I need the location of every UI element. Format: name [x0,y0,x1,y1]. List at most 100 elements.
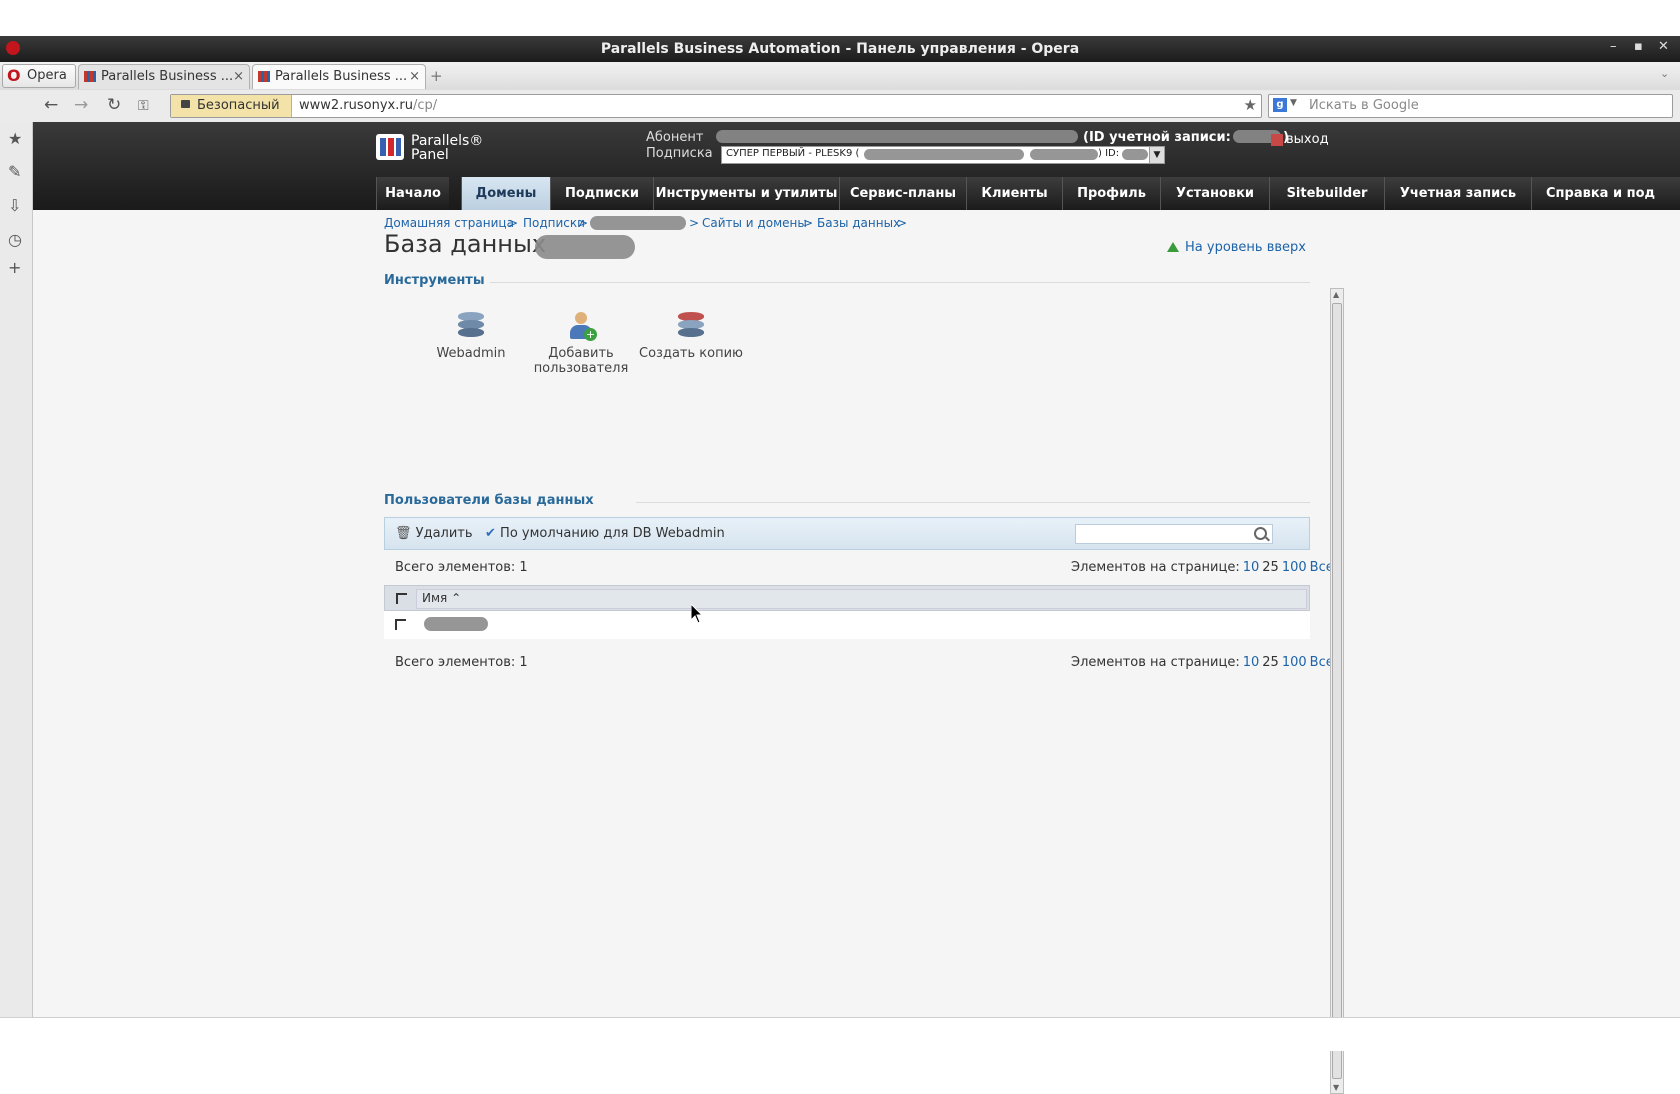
per-page-selector-bottom: Элементов на странице: 10 25 100 Все [1071,655,1334,670]
nav-tab-clients[interactable]: Клиенты [966,177,1062,210]
search-field[interactable]: g ▼ Искать в Google [1268,94,1673,118]
nav-tab-subscriptions[interactable]: Подписки [550,177,653,210]
tool-add-user[interactable]: + Добавить пользователя [526,310,636,376]
search-engine-dropdown-icon[interactable]: ▼ [1290,98,1297,108]
per-page-100[interactable]: 100 [1282,560,1307,575]
nav-tab-tools[interactable]: Инструменты и утилиты [653,177,839,210]
parallels-logo-text: Parallels® Panel [411,133,484,163]
redacted-subscriber [716,130,1078,143]
per-page-100[interactable]: 100 [1282,655,1307,670]
database-icon [454,310,488,342]
tool-webadmin[interactable]: Webadmin [416,310,526,361]
db-users-heading: Пользователи базы данных [384,493,594,508]
downloads-icon[interactable]: ⇩ [8,196,21,215]
redacted-db-name [535,235,635,259]
web-page: Parallels® Panel Абонент (ID учетной запи… [33,122,1680,1094]
up-level-link[interactable]: На уровень вверх [1167,240,1306,255]
tab-list-icon[interactable]: ⌄ [1660,67,1669,80]
add-panel-icon[interactable]: + [8,258,21,277]
tab-close-icon[interactable]: × [409,69,420,84]
tool-create-copy[interactable]: Создать копию [636,310,746,361]
chevron-down-icon[interactable]: ▼ [1149,147,1164,163]
back-icon[interactable]: ← [44,95,58,115]
url-text: www2.rusonyx.ru/cp/ [299,98,438,113]
subscription-label: Подписка [646,146,713,161]
redacted-user-name[interactable] [424,617,488,631]
per-page-25[interactable]: 25 [1262,655,1279,670]
opera-icon: O [7,66,21,85]
address-bar: ← → ↻ ⚿ Безопасный www2.rusonyx.ru/cp/ ★… [0,90,1680,123]
delete-button[interactable]: 🗑 Удалить [395,526,473,541]
maximize-button[interactable]: ▪ [1634,39,1643,54]
database-copy-icon [674,310,708,342]
search-icon[interactable] [1254,527,1267,540]
scroll-down-icon[interactable]: ▼ [1333,1083,1339,1092]
key-icon[interactable]: ⚿ [138,98,149,114]
breadcrumb-home[interactable]: Домашняя страница [384,216,514,230]
breadcrumb-sites[interactable]: Сайты и домены [702,216,807,230]
side-panel: ★ ✎ ⇩ ◷ + [0,122,33,1017]
per-page-10[interactable]: 10 [1243,655,1260,670]
new-tab-button[interactable]: + [430,67,443,85]
lock-icon [181,100,190,108]
nav-tab-domains[interactable]: Домены [461,177,550,210]
tab-close-icon[interactable]: × [233,69,244,84]
window-title: Parallels Business Automation - Панель у… [600,41,1080,57]
status-area [0,1017,1680,1051]
scroll-thumb[interactable] [1332,303,1342,1079]
per-page-10[interactable]: 10 [1243,560,1260,575]
table-header: Имя ⌃ [384,585,1310,611]
nav-tab-service-plans[interactable]: Сервис-планы [839,177,966,210]
users-search-input[interactable] [1075,524,1273,544]
history-icon[interactable]: ◷ [8,230,22,249]
favicon-icon [84,71,96,82]
logout-link[interactable]: выход [1271,132,1329,147]
nav-tab-settings[interactable]: Установки [1160,177,1269,210]
bookmark-star-icon[interactable]: ★ [1244,96,1257,114]
total-count: Всего элементов: 1 [395,560,528,575]
subscription-select[interactable]: СУПЕР ПЕРВЫЙ - PLESK9 ( ) ID: ▼ [721,146,1165,164]
trash-icon: 🗑 [395,526,412,541]
main-content: Домашняя страница > Подписки > > Сайты и… [33,210,1680,1094]
default-webadmin-button[interactable]: ✔ По умолчанию для DB Webadmin [485,526,725,541]
close-button[interactable]: ✕ [1658,39,1669,54]
nav-tab-profile[interactable]: Профиль [1062,177,1160,210]
panel-header: Parallels® Panel Абонент (ID учетной запи… [33,122,1680,210]
window-title-bar: Parallels Business Automation - Панель у… [0,36,1680,62]
checkmark-icon: ✔ [485,526,496,541]
select-all-checkbox[interactable] [396,593,407,604]
breadcrumb-databases[interactable]: Базы данных [817,216,900,230]
breadcrumb-subscriptions[interactable]: Подписки [523,216,585,230]
row-checkbox[interactable] [395,619,406,630]
subscriber-label: Абонент [646,130,704,145]
browser-tab-1[interactable]: Parallels Business ... × [78,64,250,89]
google-icon: g [1273,98,1287,112]
table-row [384,611,1310,639]
security-badge[interactable]: Безопасный [171,95,292,117]
favicon-icon [258,71,270,82]
redacted-subscription [590,216,686,230]
up-arrow-icon [1167,242,1179,252]
users-toolbar: 🗑 Удалить ✔ По умолчанию для DB Webadmin [384,517,1310,550]
tools-heading: Инструменты [384,273,485,288]
minimize-button[interactable]: – [1610,39,1617,54]
logout-icon [1271,133,1283,146]
account-id-label: (ID учетной записи: [1083,130,1231,145]
url-field[interactable]: Безопасный www2.rusonyx.ru/cp/ ★ [170,94,1262,118]
scroll-up-icon[interactable]: ▲ [1333,290,1339,299]
nav-tab-home[interactable]: Начало [376,177,449,210]
notes-icon[interactable]: ✎ [8,162,21,181]
forward-icon[interactable]: → [74,95,88,115]
bookmarks-star-icon[interactable]: ★ [8,129,22,148]
content-scrollbar[interactable]: ▲ ▼ [1330,288,1344,1094]
parallels-logo-icon [376,134,404,160]
tab-bar: O Opera Parallels Business ... × Paralle… [0,62,1680,91]
per-page-25[interactable]: 25 [1262,560,1279,575]
nav-tab-sitebuilder[interactable]: Sitebuilder [1269,177,1384,210]
column-name-header[interactable]: Имя ⌃ [416,589,1307,609]
nav-tab-help[interactable]: Справка и под [1531,177,1680,210]
nav-tab-account[interactable]: Учетная запись [1384,177,1531,210]
browser-tab-2[interactable]: Parallels Business ... × [252,64,426,89]
opera-menu-button[interactable]: O Opera [2,64,76,88]
reload-icon[interactable]: ↻ [107,95,121,115]
